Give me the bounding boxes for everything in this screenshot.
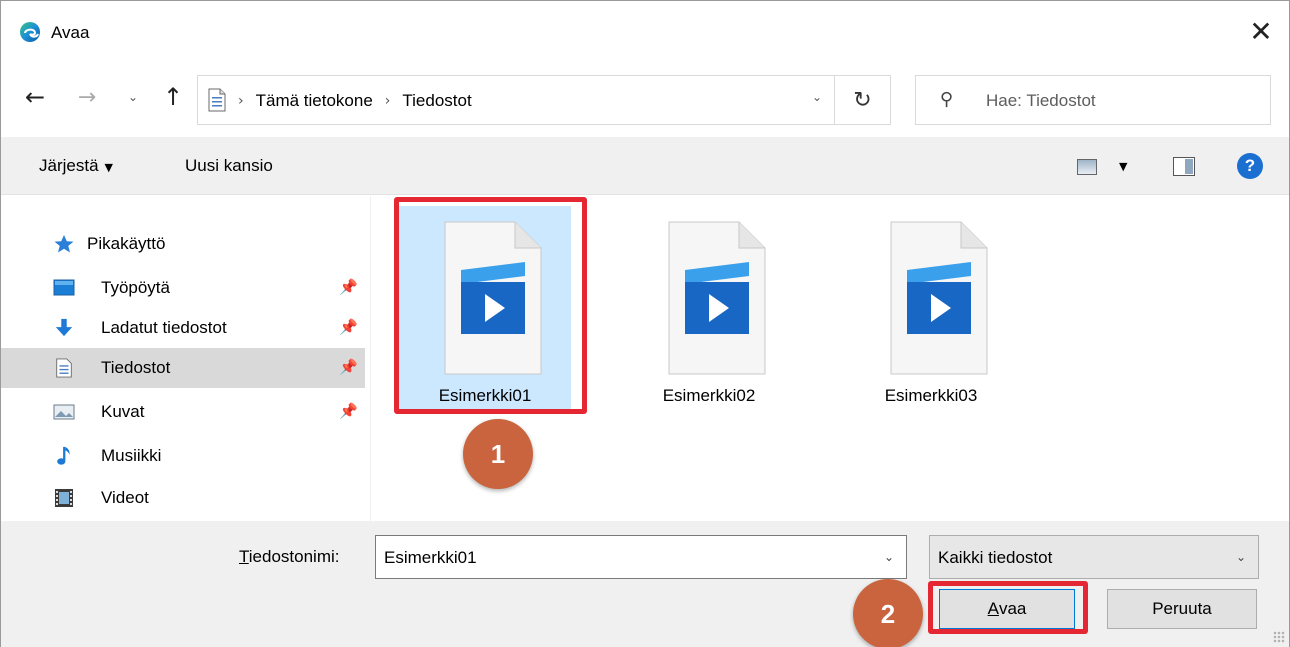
close-icon: ✕ <box>1249 14 1273 48</box>
address-bar-row: ← → ⌄ ↑ › Tämä tietokone › Tiedostot ⌄ ↻… <box>1 67 1289 131</box>
dialog-footer: Tiedostonimi: Esimerkki01 ⌄ Kaikki tiedo… <box>1 521 1289 647</box>
pin-icon: 📌 <box>339 358 358 376</box>
sidebar-item-label: Tiedostot <box>101 358 171 377</box>
close-button[interactable]: ✕ <box>1239 11 1283 51</box>
new-folder-button[interactable]: Uusi kansio <box>185 156 273 176</box>
breadcrumb: › Tämä tietokone › Tiedostot <box>238 91 472 111</box>
videos-icon <box>55 489 73 507</box>
refresh-button[interactable]: ↻ <box>835 75 891 125</box>
filetype-value: Kaikki tiedostot <box>938 548 1053 567</box>
step-badge-2: 2 <box>853 579 923 647</box>
sidebar-item-downloads[interactable]: Ladatut tiedostot 📌 <box>1 308 365 348</box>
sidebar-item-videos[interactable]: Videot <box>1 478 365 518</box>
address-bar[interactable]: › Tämä tietokone › Tiedostot ⌄ <box>197 75 835 125</box>
pictures-icon <box>53 404 75 420</box>
chevron-down-icon[interactable]: ⌄ <box>812 90 822 104</box>
sidebar-item-music[interactable]: Musiikki <box>1 436 365 476</box>
organize-label: Järjestä <box>39 156 99 175</box>
sidebar-item-label: Ladatut tiedostot <box>101 318 227 337</box>
filename-input[interactable]: Esimerkki01 ⌄ <box>375 535 907 579</box>
star-icon <box>54 235 74 253</box>
resize-grip[interactable] <box>1273 631 1285 643</box>
file-name: Esimerkki03 <box>884 386 978 405</box>
filename-label-text: iedostonimi: <box>248 547 340 566</box>
recent-locations-button[interactable]: ⌄ <box>119 83 147 111</box>
title-bar: Avaa ✕ <box>1 1 1289 59</box>
open-file-dialog: Avaa ✕ ← → ⌄ ↑ › Tämä tietokone › Tiedos… <box>0 0 1290 647</box>
download-icon <box>55 318 73 337</box>
sidebar-item-pictures[interactable]: Kuvat 📌 <box>1 392 365 432</box>
sidebar-item-label: Musiikki <box>101 446 162 465</box>
sidebar-item-desktop[interactable]: Työpöytä 📌 <box>1 268 365 308</box>
chevron-down-icon: ⌄ <box>127 90 139 104</box>
music-icon <box>57 446 70 465</box>
breadcrumb-separator: › <box>238 93 244 109</box>
sidebar-item-label: Työpöytä <box>101 278 170 297</box>
command-toolbar: Järjestä ▼ Uusi kansio ▼ ? <box>1 137 1289 195</box>
step-badge-1: 1 <box>463 419 533 489</box>
sidebar-item-label: Videot <box>101 488 149 507</box>
documents-icon <box>56 358 72 378</box>
caret-down-icon: ▼ <box>104 161 113 174</box>
document-icon <box>208 88 226 112</box>
breadcrumb-this-pc[interactable]: Tämä tietokone <box>256 91 373 111</box>
filename-label: Tiedostonimi: <box>239 547 339 567</box>
highlight-box-step-1 <box>394 197 587 414</box>
file-item-esimerkki03[interactable]: Esimerkki03 <box>845 206 1017 410</box>
breadcrumb-documents[interactable]: Tiedostot <box>402 91 471 111</box>
sidebar-item-quick-access[interactable]: Pikakäyttö <box>1 224 365 264</box>
window-title: Avaa <box>51 23 90 42</box>
chevron-down-icon: ⌄ <box>1235 550 1246 564</box>
back-button[interactable]: ← <box>21 83 49 111</box>
breadcrumb-separator: › <box>384 93 391 109</box>
chevron-down-icon[interactable]: ⌄ <box>884 550 894 564</box>
filename-value[interactable]: Esimerkki01 <box>384 548 477 568</box>
caret-down-icon[interactable]: ▼ <box>1119 160 1127 173</box>
up-button[interactable]: ↑ <box>159 83 187 111</box>
refresh-icon: ↻ <box>853 87 872 113</box>
video-file-icon <box>890 221 988 375</box>
pin-icon: 📌 <box>339 278 358 296</box>
sidebar-item-documents[interactable]: Tiedostot 📌 <box>1 348 365 388</box>
pin-icon: 📌 <box>339 402 358 420</box>
file-name: Esimerkki02 <box>662 386 756 405</box>
search-box[interactable]: ⚲ Hae: Tiedostot <box>915 75 1271 125</box>
filename-label-accesskey: T <box>239 547 249 566</box>
file-item-esimerkki02[interactable]: Esimerkki02 <box>623 206 795 410</box>
organize-button[interactable]: Järjestä ▼ <box>39 156 113 176</box>
preview-pane-icon[interactable] <box>1173 157 1195 176</box>
highlight-box-step-2 <box>928 581 1088 634</box>
video-file-icon <box>668 221 766 375</box>
filetype-select[interactable]: Kaikki tiedostot ⌄ <box>929 535 1259 579</box>
edge-browser-icon <box>20 22 40 42</box>
desktop-icon <box>53 279 75 296</box>
sidebar-item-label: Pikakäyttö <box>87 234 166 253</box>
cancel-button[interactable]: Peruuta <box>1107 589 1257 629</box>
sidebar-item-label: Kuvat <box>101 402 145 421</box>
arrow-up-icon: ↑ <box>162 83 184 111</box>
pin-icon: 📌 <box>339 318 358 336</box>
search-input[interactable]: Hae: Tiedostot <box>986 91 1096 111</box>
search-icon: ⚲ <box>940 89 954 110</box>
arrow-left-icon: ← <box>24 83 46 111</box>
arrow-right-icon: → <box>77 84 97 110</box>
view-mode-icon[interactable] <box>1077 159 1097 175</box>
help-icon[interactable]: ? <box>1237 153 1263 179</box>
navigation-pane: Pikakäyttö Työpöytä 📌 Ladatut tiedostot … <box>1 196 371 521</box>
forward-button[interactable]: → <box>73 83 101 111</box>
